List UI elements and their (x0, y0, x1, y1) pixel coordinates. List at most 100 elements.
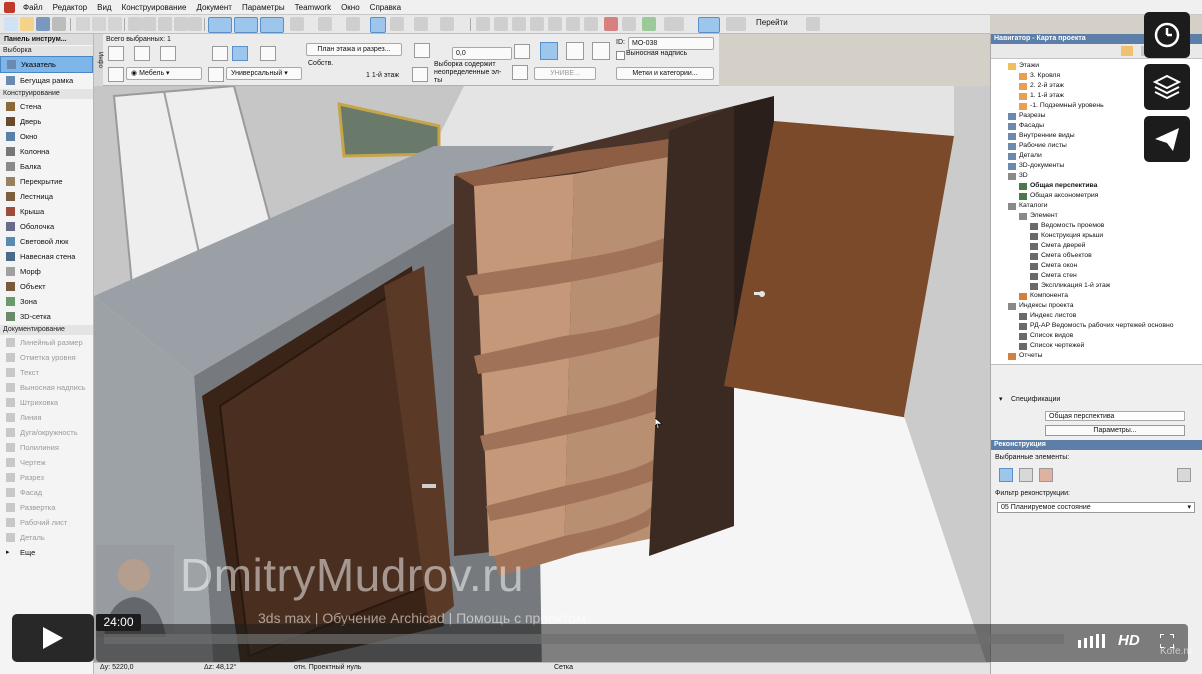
watch-later-button[interactable] (1144, 12, 1190, 58)
tree-item[interactable]: РД-АР Ведомость рабочих чертежей основно (1019, 321, 1173, 331)
spec-view-field[interactable]: Общая перспектива (1045, 411, 1185, 421)
gravity-icon[interactable] (260, 17, 284, 33)
tree-item[interactable]: Индекс листов (1019, 311, 1076, 321)
book-icon[interactable] (540, 42, 558, 60)
tool-door[interactable]: Дверь (0, 114, 93, 129)
menu-3[interactable]: Конструирование (117, 3, 192, 12)
tool-text[interactable]: Текст (0, 365, 93, 380)
tree-item[interactable]: Отчеты (1008, 351, 1043, 361)
save-icon[interactable] (36, 17, 50, 31)
teamwork-icon[interactable] (414, 17, 428, 31)
tool-elevation[interactable]: Фасад (0, 485, 93, 500)
syringe-icon[interactable] (188, 17, 202, 31)
move-icon[interactable] (494, 17, 508, 31)
tool-morph[interactable]: Морф (0, 264, 93, 279)
menu-4[interactable]: Документ (191, 3, 237, 12)
tool-level[interactable]: Отметка уровня (0, 350, 93, 365)
tree-item[interactable]: Внутренние виды (1008, 131, 1075, 141)
tree-item[interactable]: Компонента (1019, 291, 1068, 301)
tool-stair[interactable]: Лестница (0, 189, 93, 204)
3d-window-icon[interactable] (622, 17, 636, 31)
tool-fill[interactable]: Штриховка (0, 395, 93, 410)
tree-item[interactable]: Экспликация 1-й этаж (1030, 281, 1110, 291)
trace-icon[interactable] (390, 17, 404, 31)
tree-item[interactable]: Конструкция крыши (1030, 231, 1103, 241)
tool-object[interactable]: Объект (0, 279, 93, 294)
tool-arc[interactable]: Дуга/окружность (0, 425, 93, 440)
tree-item[interactable]: Общая перспектива (1019, 181, 1097, 191)
tool-wall[interactable]: Стена (0, 99, 93, 114)
tree-item[interactable]: Разрезы (1008, 111, 1046, 121)
tree-item[interactable]: Смета дверей (1030, 241, 1085, 251)
hd-toggle[interactable]: HD (1118, 632, 1140, 649)
tree-item[interactable]: Ведомость проемов (1030, 221, 1104, 231)
group-icon[interactable] (318, 17, 332, 31)
arrange-icon[interactable] (346, 17, 360, 31)
tool-window[interactable]: Окно (0, 129, 93, 144)
layer-select[interactable]: ◉ Мебель ▾ (126, 67, 202, 80)
tree-item[interactable]: -1. Подземный уровень (1019, 101, 1104, 111)
tree-item[interactable]: 2. 2-й этаж (1019, 81, 1064, 91)
demolished-status-icon[interactable] (1019, 468, 1033, 482)
reference-point[interactable]: отн. Проектный нуль (294, 664, 361, 671)
grid-select[interactable]: Сетка (554, 664, 573, 671)
offset-icon[interactable] (584, 17, 598, 31)
menu-8[interactable]: Справка (365, 3, 406, 12)
geometry-method-icon[interactable] (108, 46, 124, 61)
spec-expand-icon[interactable]: ▾ (999, 395, 1003, 403)
tree-item[interactable]: 3. Кровля (1019, 71, 1060, 81)
reconstruction-filter-select[interactable]: 05 Планируемое состояние ▾ (997, 502, 1195, 513)
paste-icon[interactable] (108, 17, 122, 31)
suspend-groups-icon[interactable] (370, 17, 386, 33)
view-mode-icon[interactable] (664, 17, 684, 31)
layout-icon[interactable] (726, 17, 746, 31)
tree-item[interactable]: Смета стен (1030, 271, 1077, 281)
existing-status-icon[interactable] (999, 468, 1013, 482)
tree-item[interactable]: Рабочие листы (1008, 141, 1067, 151)
tree-item[interactable]: Элемент (1019, 211, 1058, 221)
sync-icon[interactable] (512, 65, 528, 80)
tool-polyline[interactable]: Полилиния (0, 440, 93, 455)
parameters-button[interactable]: Параметры... (1045, 425, 1185, 436)
tool-drawing[interactable]: Чертеж (0, 455, 93, 470)
tool-skylight[interactable]: Световой люк (0, 234, 93, 249)
rotate-icon[interactable] (512, 17, 526, 31)
tool-label[interactable]: Выносная надпись (0, 380, 93, 395)
redo-icon[interactable] (142, 17, 156, 31)
progress-bar[interactable] (104, 634, 1064, 644)
tool-curtain-wall[interactable]: Навесная стена (0, 249, 93, 264)
tree-item[interactable]: Общая аксонометрия (1019, 191, 1098, 201)
story-value[interactable]: 1 1-й этаж (366, 72, 399, 79)
tree-item[interactable]: Каталоги (1008, 201, 1048, 211)
tree-item[interactable]: Список чертежей (1019, 341, 1084, 351)
rotated-method-icon[interactable] (160, 46, 176, 61)
more-tools[interactable]: ▸ Еще (0, 545, 93, 560)
tool-interior[interactable]: Развертка (0, 500, 93, 515)
tree-item[interactable]: Фасады (1008, 121, 1044, 131)
tool-marquee[interactable]: Бегущая рамка (0, 73, 93, 88)
cut-icon[interactable] (76, 17, 90, 31)
print-icon[interactable] (52, 17, 66, 31)
tree-item[interactable]: Смета объектов (1030, 251, 1092, 261)
menu-5[interactable]: Параметры (237, 3, 290, 12)
tool-roof[interactable]: Крыша (0, 204, 93, 219)
tool-slab[interactable]: Перекрытие (0, 174, 93, 189)
tool-line[interactable]: Линия (0, 410, 93, 425)
tool-mesh[interactable]: 3D-сетка (0, 309, 93, 324)
tool-worksheet[interactable]: Рабочий лист (0, 515, 93, 530)
tree-item[interactable]: 1. 1-й этаж (1019, 91, 1064, 101)
reconstruction-settings-icon[interactable] (1177, 468, 1191, 482)
mirror-icon[interactable] (530, 17, 544, 31)
book-closed-icon[interactable] (592, 42, 610, 60)
dimension-3d-icon[interactable] (260, 46, 276, 61)
tree-item[interactable]: Список видов (1019, 331, 1073, 341)
tool-section[interactable]: Разрез (0, 470, 93, 485)
zoom-icon[interactable] (158, 17, 172, 31)
hotspot-icon[interactable] (212, 46, 228, 61)
render-icon[interactable] (604, 17, 618, 31)
tree-item[interactable]: Смета окон (1030, 261, 1077, 271)
walk-icon[interactable] (642, 17, 656, 31)
new-file-icon[interactable] (4, 17, 18, 31)
tool-detail[interactable]: Деталь (0, 530, 93, 545)
tree-item[interactable]: 3D-документы (1008, 161, 1064, 171)
